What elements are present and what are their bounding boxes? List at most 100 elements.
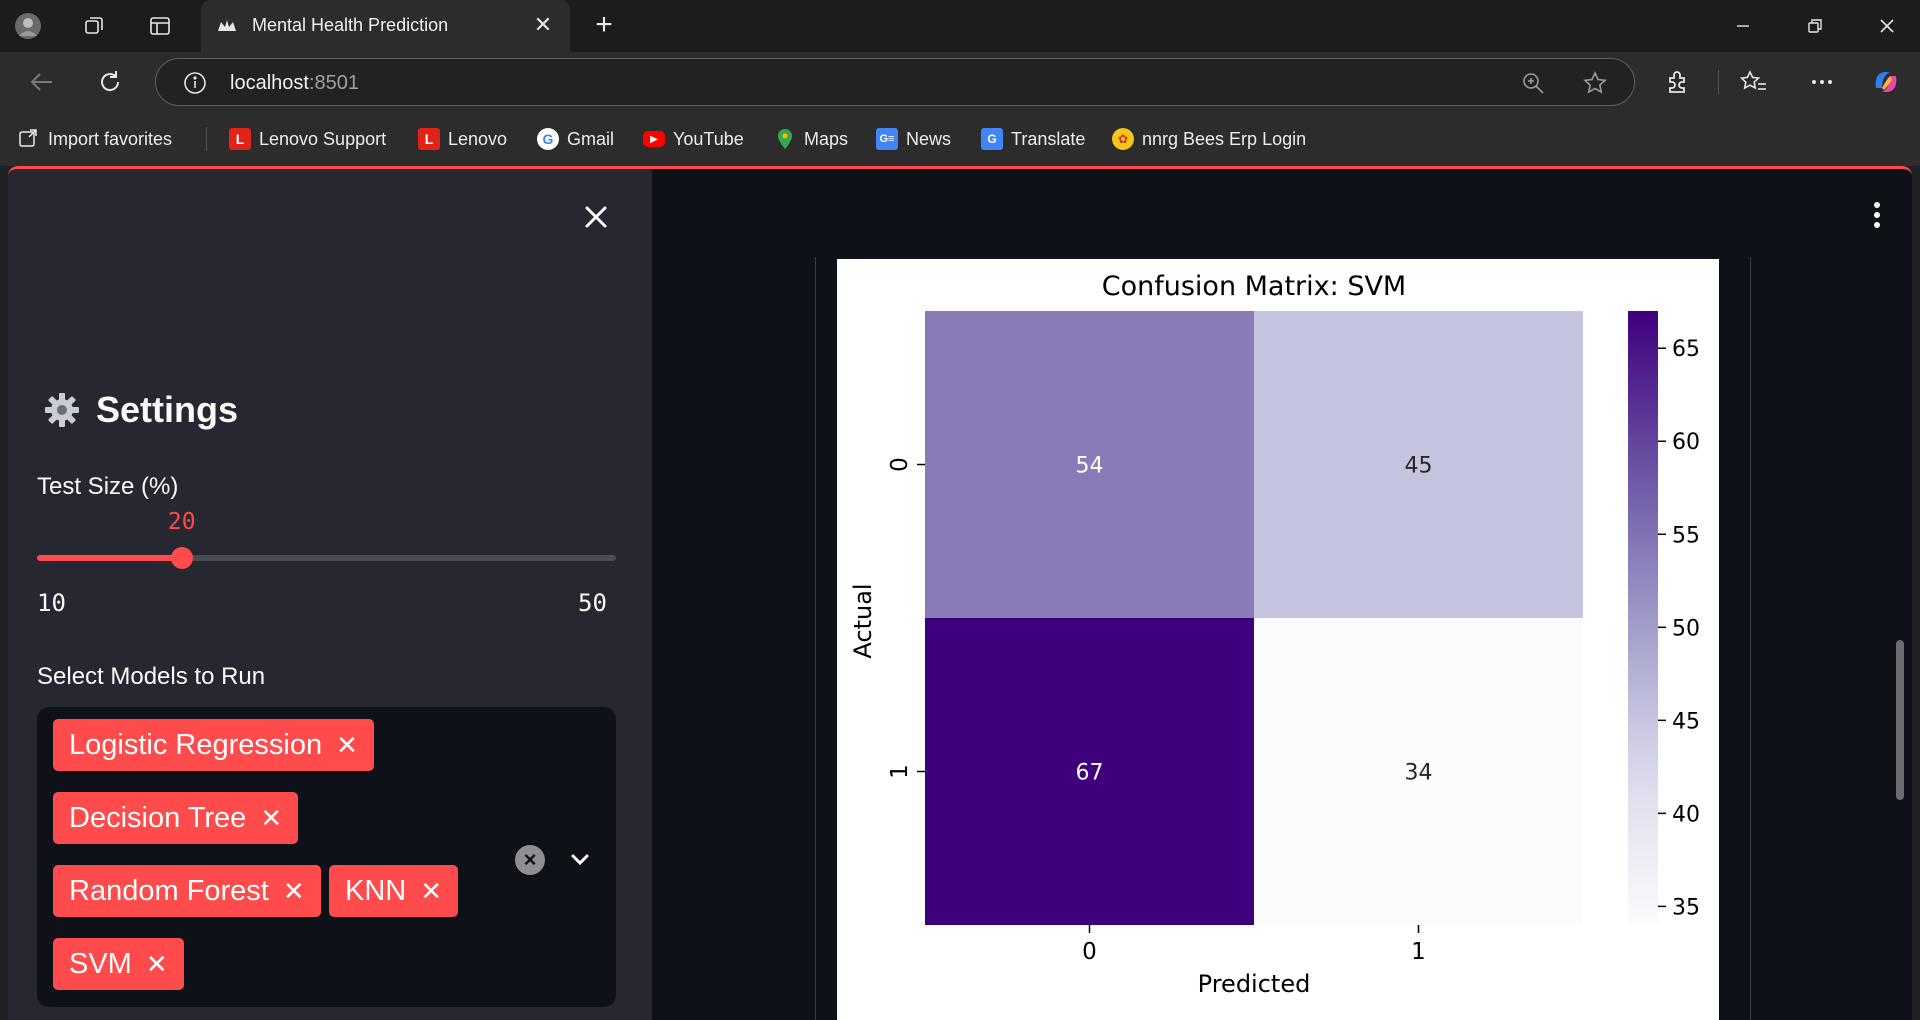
zoom-icon[interactable]	[1520, 70, 1546, 96]
y-tick-label: 1	[887, 764, 913, 779]
content-border-right	[1750, 257, 1751, 1020]
streamlit-favicon-icon	[215, 14, 239, 38]
y-tick-label: 0	[887, 457, 913, 472]
chip-label: Logistic Regression	[69, 728, 323, 761]
remove-chip-icon[interactable]: ✕	[260, 803, 282, 834]
colorbar-tick-label: 65	[1672, 337, 1700, 362]
chip-label: KNN	[345, 874, 407, 907]
page-scrollbar[interactable]	[1896, 640, 1904, 800]
close-sidebar-icon[interactable]	[578, 199, 614, 235]
bookmark-label: YouTube	[673, 128, 744, 149]
profile-avatar[interactable]	[14, 12, 42, 40]
browser-navbar: localhost:8501	[0, 52, 1920, 112]
colorbar-tick-label: 60	[1672, 430, 1700, 455]
bookmark-label: Lenovo Support	[259, 128, 387, 149]
bookmark-youtube[interactable]: ▶ YouTube	[643, 125, 744, 153]
new-tab-icon[interactable]: +	[590, 10, 618, 40]
close-tab-icon[interactable]: ✕	[530, 12, 556, 38]
chip-label: Decision Tree	[69, 801, 247, 834]
model-chip[interactable]: KNN ✕	[329, 865, 459, 917]
more-options-icon[interactable]	[1808, 68, 1836, 96]
colorbar: 35 40 45 50 55 60 65	[1628, 311, 1700, 925]
model-chip[interactable]: Random Forest ✕	[53, 865, 321, 917]
sidebar-title: Settings	[42, 389, 238, 431]
tab-actions-icon[interactable]	[146, 12, 174, 40]
colorbar-tick-label: 55	[1672, 523, 1700, 548]
cell-value-label: 67	[1076, 761, 1104, 786]
extensions-icon[interactable]	[1664, 68, 1692, 96]
slider-thumb[interactable]	[170, 547, 193, 569]
bookmark-label: nnrg Bees Erp Login	[1142, 128, 1307, 149]
test-size-slider[interactable]: 20	[37, 509, 616, 569]
test-size-label: Test Size (%)	[37, 473, 179, 500]
settings-heading: Settings	[96, 389, 239, 430]
slider-min: 10	[37, 589, 66, 617]
chip-label: SVM	[69, 947, 132, 980]
refresh-icon[interactable]	[96, 68, 124, 96]
bookmark-nnrg[interactable]: ✿ nnrg Bees Erp Login	[1112, 125, 1306, 153]
bookmark-gmail[interactable]: G Gmail	[537, 125, 614, 153]
model-chip[interactable]: SVM ✕	[53, 938, 184, 990]
bookmark-lenovo[interactable]: L Lenovo	[418, 125, 507, 153]
lenovo-icon: L	[229, 128, 251, 150]
remove-chip-icon[interactable]: ✕	[336, 730, 358, 761]
bookmark-translate[interactable]: G Translate	[981, 125, 1085, 153]
slider-fill	[37, 555, 182, 561]
content-border-left	[815, 257, 816, 1020]
restore-icon[interactable]	[1782, 0, 1848, 52]
bookmark-label: Lenovo	[448, 128, 508, 149]
confusion-matrix-figure: Confusion Matrix: SVM 54 45 67 34 0 1 0 1 35 40…	[837, 259, 1719, 1020]
google-icon: G	[537, 128, 559, 150]
remove-chip-icon[interactable]: ✕	[283, 876, 305, 907]
bookmark-maps[interactable]: Maps	[774, 125, 848, 153]
cell-value-label: 45	[1405, 454, 1433, 479]
model-chip[interactable]: Logistic Regression ✕	[53, 719, 374, 771]
models-multiselect[interactable]: Logistic Regression ✕ Decision Tree ✕ Rand…	[37, 707, 616, 1007]
cell-value-label: 34	[1405, 761, 1433, 786]
bookmark-lenovo-support[interactable]: L Lenovo Support	[229, 125, 386, 153]
address-bar[interactable]: localhost:8501	[155, 58, 1635, 106]
bookmarks-divider	[206, 127, 207, 151]
url-text[interactable]: localhost:8501	[230, 72, 359, 95]
heatmap-cells: 54 45 67 34	[925, 311, 1583, 925]
bookmark-label: Maps	[804, 128, 849, 149]
bookmark-label: Translate	[1011, 128, 1086, 149]
gear-icon	[42, 390, 82, 430]
tab-mental-health[interactable]: Mental Health Prediction ✕	[201, 0, 570, 52]
bookmark-label: Import favorites	[48, 128, 173, 149]
colorbar-tick-label: 35	[1672, 895, 1700, 920]
favorite-star-icon[interactable]	[1582, 70, 1608, 96]
minimize-icon[interactable]	[1710, 0, 1776, 52]
back-icon[interactable]	[28, 68, 56, 96]
chart-title: Confusion Matrix: SVM	[1102, 271, 1406, 302]
close-window-icon[interactable]	[1854, 0, 1920, 52]
copilot-icon[interactable]	[1870, 66, 1902, 98]
site-info-icon[interactable]	[182, 70, 208, 96]
bookmark-label: News	[906, 128, 952, 149]
bookmark-import-favorites[interactable]: Import favorites	[18, 125, 172, 153]
url-port: :8501	[308, 72, 359, 94]
x-axis-label: Predicted	[1198, 970, 1311, 998]
colorbar-tick-label: 50	[1672, 616, 1700, 641]
model-chip[interactable]: Decision Tree ✕	[53, 792, 299, 844]
lenovo-icon: L	[418, 128, 440, 150]
bookmark-news[interactable]: G≡ News	[876, 125, 951, 153]
bookmark-label: Gmail	[567, 128, 615, 149]
url-host: localhost	[230, 72, 309, 94]
clear-all-icon[interactable]: ×	[515, 845, 545, 875]
slider-max: 50	[578, 589, 607, 617]
tab-title: Mental Health Prediction	[252, 15, 449, 35]
workspaces-icon[interactable]	[80, 12, 108, 40]
translate-icon: G	[981, 128, 1003, 150]
remove-chip-icon[interactable]: ✕	[420, 876, 442, 907]
bookmarks-bar: Import favorites L Lenovo Support L Leno…	[0, 112, 1920, 166]
cell-value-label: 54	[1076, 454, 1104, 479]
news-icon: G≡	[876, 128, 898, 150]
colorbar-tick-label: 45	[1672, 709, 1700, 734]
remove-chip-icon[interactable]: ✕	[146, 949, 168, 980]
sidebar: Settings Test Size (%) 20 10 50 Select M…	[8, 169, 652, 1020]
favorites-icon[interactable]	[1739, 68, 1768, 96]
main-menu-icon[interactable]	[1862, 197, 1892, 233]
nnrg-icon: ✿	[1112, 128, 1134, 150]
chevron-down-icon[interactable]	[563, 843, 597, 877]
